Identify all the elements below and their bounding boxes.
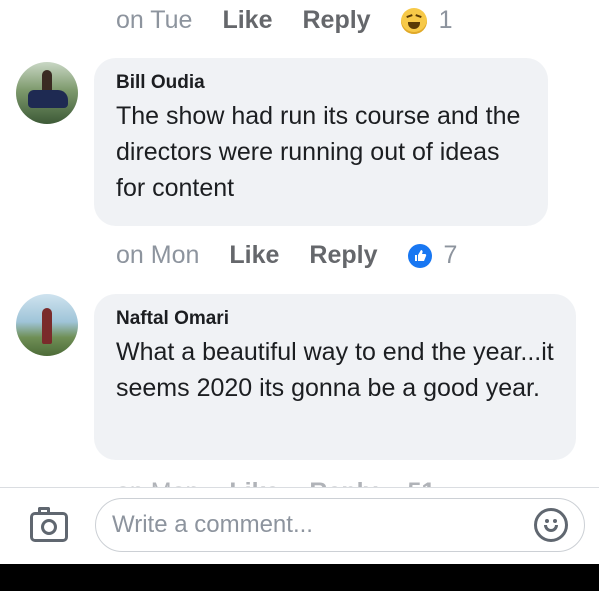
- comment-time: on Mon: [116, 241, 200, 269]
- comment-text: What a beautiful way to end the year...i…: [116, 338, 554, 402]
- comment-text: The show had run its course and the dire…: [116, 102, 521, 202]
- comment-meta-row: on Tue Like Reply 1: [116, 6, 452, 35]
- system-bottom-bar: [0, 564, 599, 591]
- comment-bubble: Naftal Omari What a beautiful way to end…: [94, 294, 576, 460]
- smiley-icon[interactable]: [534, 508, 568, 542]
- avatar[interactable]: [16, 294, 78, 356]
- comment-input-container[interactable]: [95, 498, 585, 552]
- comment-author[interactable]: Bill Oudia: [116, 72, 526, 94]
- like-button[interactable]: Like: [229, 241, 279, 270]
- comment-meta-row-partial: on Mon Like Reply 51: [0, 470, 599, 488]
- comment-input[interactable]: [110, 510, 514, 540]
- comment-author[interactable]: Naftal Omari: [116, 308, 554, 330]
- reply-button[interactable]: Reply: [302, 6, 370, 35]
- avatar[interactable]: [16, 62, 78, 124]
- like-button[interactable]: Like: [222, 6, 272, 35]
- reaction-count: 1: [438, 6, 453, 34]
- reply-button[interactable]: Reply: [309, 241, 377, 270]
- haha-emoji-icon: [400, 7, 427, 34]
- camera-icon[interactable]: [30, 507, 68, 542]
- comment-bubble: Bill Oudia The show had run its course a…: [94, 58, 548, 226]
- comment-composer: [0, 488, 599, 564]
- reaction-summary[interactable]: 7: [407, 241, 458, 270]
- comment-meta-row: on Mon Like Reply 7: [116, 241, 457, 270]
- comment-time: on Tue: [116, 6, 193, 34]
- reaction-summary[interactable]: 1: [400, 6, 453, 35]
- like-reaction-icon: [407, 243, 432, 268]
- reaction-count: 7: [443, 241, 458, 269]
